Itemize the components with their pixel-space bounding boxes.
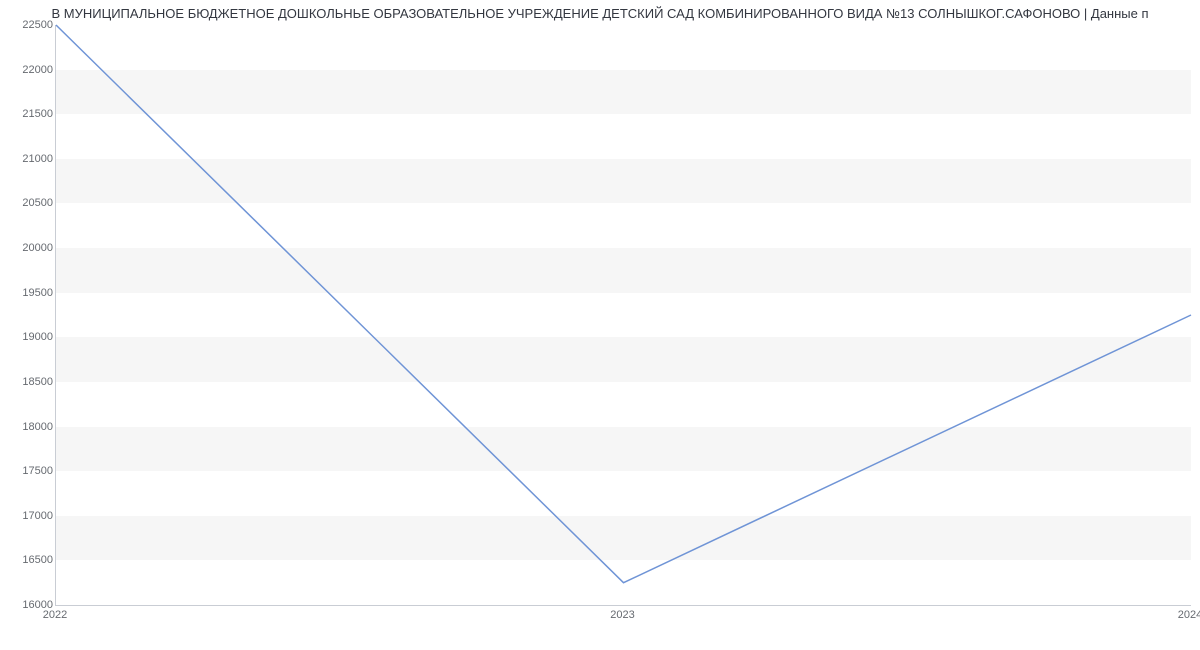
- y-tick-label: 18500: [5, 376, 53, 388]
- y-tick-label: 16500: [5, 554, 53, 566]
- x-tick-label: 2024: [1178, 609, 1200, 621]
- x-tick-label: 2022: [43, 609, 67, 621]
- plot-area: [55, 25, 1191, 606]
- y-tick-label: 17000: [5, 510, 53, 522]
- y-tick-label: 17500: [5, 465, 53, 477]
- y-tick-label: 19500: [5, 287, 53, 299]
- y-tick-label: 22000: [5, 64, 53, 76]
- y-tick-label: 21000: [5, 153, 53, 165]
- y-tick-label: 18000: [5, 421, 53, 433]
- chart-title: В МУНИЦИПАЛЬНОЕ БЮДЖЕТНОЕ ДОШКОЛЬНЬЕ ОБР…: [0, 6, 1200, 21]
- y-tick-label: 20500: [5, 197, 53, 209]
- y-tick-label: 20000: [5, 242, 53, 254]
- line-series: [56, 25, 1191, 605]
- y-tick-label: 19000: [5, 331, 53, 343]
- y-tick-label: 21500: [5, 108, 53, 120]
- chart-plot: 1600016500170001750018000185001900019500…: [55, 25, 1190, 625]
- x-tick-label: 2023: [610, 609, 634, 621]
- y-tick-label: 22500: [5, 19, 53, 31]
